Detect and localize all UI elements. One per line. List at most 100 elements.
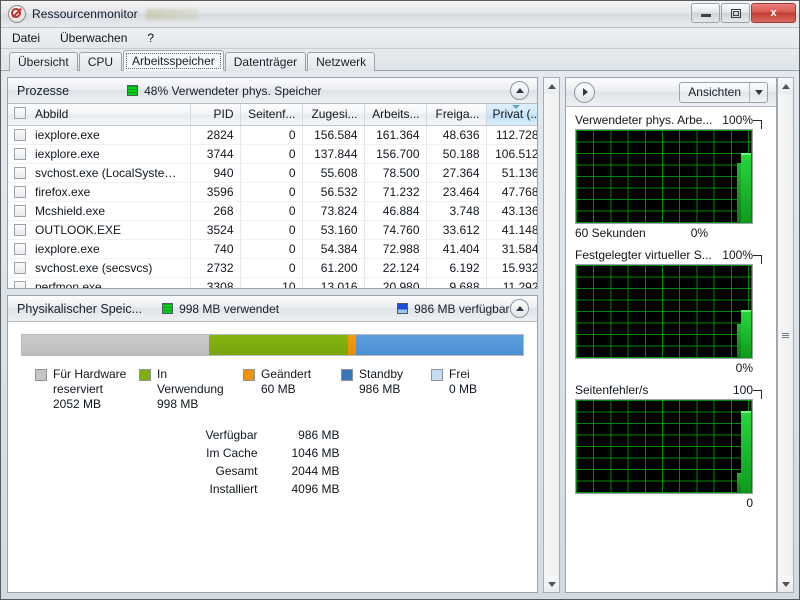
row-name: perfmon.exe [8,277,191,288]
table-row[interactable]: svchost.exe (secsvcs) 2732 0 61.200 22.1… [8,258,537,278]
left-panel-scrollbar[interactable] [543,77,560,593]
memory-legend: Für Hardware reserviert 2052 MB In Verwe… [21,367,524,412]
processes-collapse-button[interactable] [510,81,529,100]
row-working: 156.700 [364,144,427,164]
column-header-abbild[interactable]: Abbild [8,104,191,126]
legend-label-standby: Standby 986 MB [359,367,404,396]
legend-item-free: Frei 0 MB [431,367,477,412]
graph-max-value: 100% [722,113,753,127]
graph-max-value: 100 [732,383,753,397]
column-header-pid[interactable]: PID [190,104,241,126]
row-private: 11.292 [486,277,537,288]
green-swatch-icon [127,85,139,96]
row-checkbox[interactable] [14,281,26,288]
row-name: firefox.exe [8,182,191,202]
menu-item-datei[interactable]: Datei [9,30,43,46]
views-dropdown-arrow[interactable] [749,82,767,102]
graph-trace [741,310,751,358]
table-row[interactable]: iexplore.exe 740 0 54.384 72.988 41.404 … [8,239,537,259]
menu-item-help[interactable]: ? [144,30,157,46]
graph-title: Festgelegter virtueller S... [575,248,712,262]
row-shareable: 9.688 [426,277,487,288]
row-checkbox[interactable] [14,148,26,160]
table-row[interactable]: firefox.exe 3596 0 56.532 71.232 23.464 … [8,182,537,202]
graph-axis-right: 0% [690,225,709,240]
table-row[interactable]: iexplore.exe 3744 0 137.844 156.700 50.1… [8,144,537,164]
tab-datentrager[interactable]: Datenträger [224,52,307,71]
memory-available-label: 986 MB verfügbar [414,301,510,316]
views-button[interactable]: Ansichten [679,81,768,103]
expand-graphs-button[interactable] [574,81,595,103]
legend-label-free: Frei 0 MB [449,367,478,396]
row-name: iexplore.exe [8,144,191,164]
row-private: 43.136 [486,201,537,221]
row-pid: 940 [190,163,241,183]
processes-table-body: iexplore.exe 2824 0 156.584 161.364 48.6… [8,125,537,288]
processes-panel: Prozesse 48% Verwendeter phys. Speicher [7,77,538,289]
row-checkbox[interactable] [14,243,26,255]
column-header-privat[interactable]: Privat (... [486,104,537,126]
graphs-scroll-up-button[interactable] [778,78,793,94]
row-checkbox[interactable] [14,262,26,274]
column-header-freigabe[interactable]: Freiga... [426,104,487,126]
table-header-row: Abbild PID Seitenf... Zugesi... Arbeits.… [8,104,537,126]
row-checkbox[interactable] [14,186,26,198]
graphs-scrollbar-track[interactable] [778,94,793,576]
processes-header[interactable]: Prozesse 48% Verwendeter phys. Speicher [8,78,537,104]
legend-item-standby: Standby 986 MB [341,367,431,412]
plot-right-edge [751,400,752,493]
close-button[interactable]: x [751,3,796,23]
tab-netzwerk[interactable]: Netzwerk [307,52,376,71]
row-shareable: 23.464 [426,182,487,202]
table-row[interactable]: iexplore.exe 2824 0 156.584 161.364 48.6… [8,125,537,145]
memory-segment-modified [347,335,356,355]
row-faults: 0 [240,239,303,259]
maximize-button[interactable] [721,3,750,23]
row-name: svchost.exe (secsvcs) [8,258,191,278]
column-header-zugesichert[interactable]: Zugesi... [302,104,365,126]
table-row[interactable]: Mcshield.exe 268 0 73.824 46.884 3.748 4… [8,201,537,221]
tab-arbeitsspeicher-label: Arbeitsspeicher [132,54,215,68]
row-checkbox[interactable] [14,205,26,217]
column-header-seitenfehler[interactable]: Seitenf... [240,104,303,126]
left-scroll-up-button[interactable] [544,78,559,94]
select-all-checkbox[interactable] [14,107,26,119]
row-pid: 2732 [190,258,241,278]
left-scroll-down-button[interactable] [544,576,559,592]
memory-summary-table: Verfügbar 986 MB Im Cache 1046 MB Gesamt… [205,426,339,498]
graph-trace [741,153,751,223]
graph-axis: 0% [575,359,766,376]
table-row[interactable]: OUTLOOK.EXE 3524 0 53.160 74.760 33.612 … [8,220,537,240]
row-commit: 137.844 [302,144,365,164]
tab-arbeitsspeicher[interactable]: Arbeitsspeicher [123,50,224,71]
row-faults: 0 [240,163,303,183]
legend-swatch-hardware-reserved [35,369,47,381]
graphs-scroll-down-button[interactable] [778,576,793,592]
row-name-label: firefox.exe [35,185,91,199]
row-checkbox[interactable] [14,224,26,236]
graphs-scrollbar[interactable] [777,77,794,593]
row-checkbox[interactable] [14,167,26,179]
row-checkbox[interactable] [14,129,26,141]
legend-swatch-modified [243,369,255,381]
tab-ubersicht[interactable]: Übersicht [9,52,78,71]
row-working: 71.232 [364,182,427,202]
physical-memory-header[interactable]: Physikalischer Speic... 998 MB verwendet… [8,296,537,322]
chevron-up-icon [515,306,524,311]
physical-memory-collapse-button[interactable] [510,299,529,318]
row-working: 72.988 [364,239,427,259]
tab-cpu[interactable]: CPU [78,52,123,71]
minimize-button[interactable] [691,3,720,23]
title-bar: Ressourcenmonitor x [1,1,799,28]
table-row[interactable]: svchost.exe (LocalSystemNet... 940 0 55.… [8,163,537,183]
table-row[interactable]: perfmon.exe 3308 10 13.016 20.980 9.688 … [8,277,537,288]
views-button-label: Ansichten [688,84,741,99]
row-faults: 0 [240,182,303,202]
graphs-body: Verwendeter phys. Arbe... 100% 60 Sekund… [566,107,776,592]
row-name-label: svchost.exe (LocalSystemNet... [35,166,190,180]
column-header-arbeitssatz[interactable]: Arbeits... [364,104,427,126]
summary-value: 4096 MB [291,482,340,496]
row-commit: 55.608 [302,163,365,183]
row-faults: 0 [240,144,303,164]
menu-item-uberwachen[interactable]: Überwachen [57,30,130,46]
